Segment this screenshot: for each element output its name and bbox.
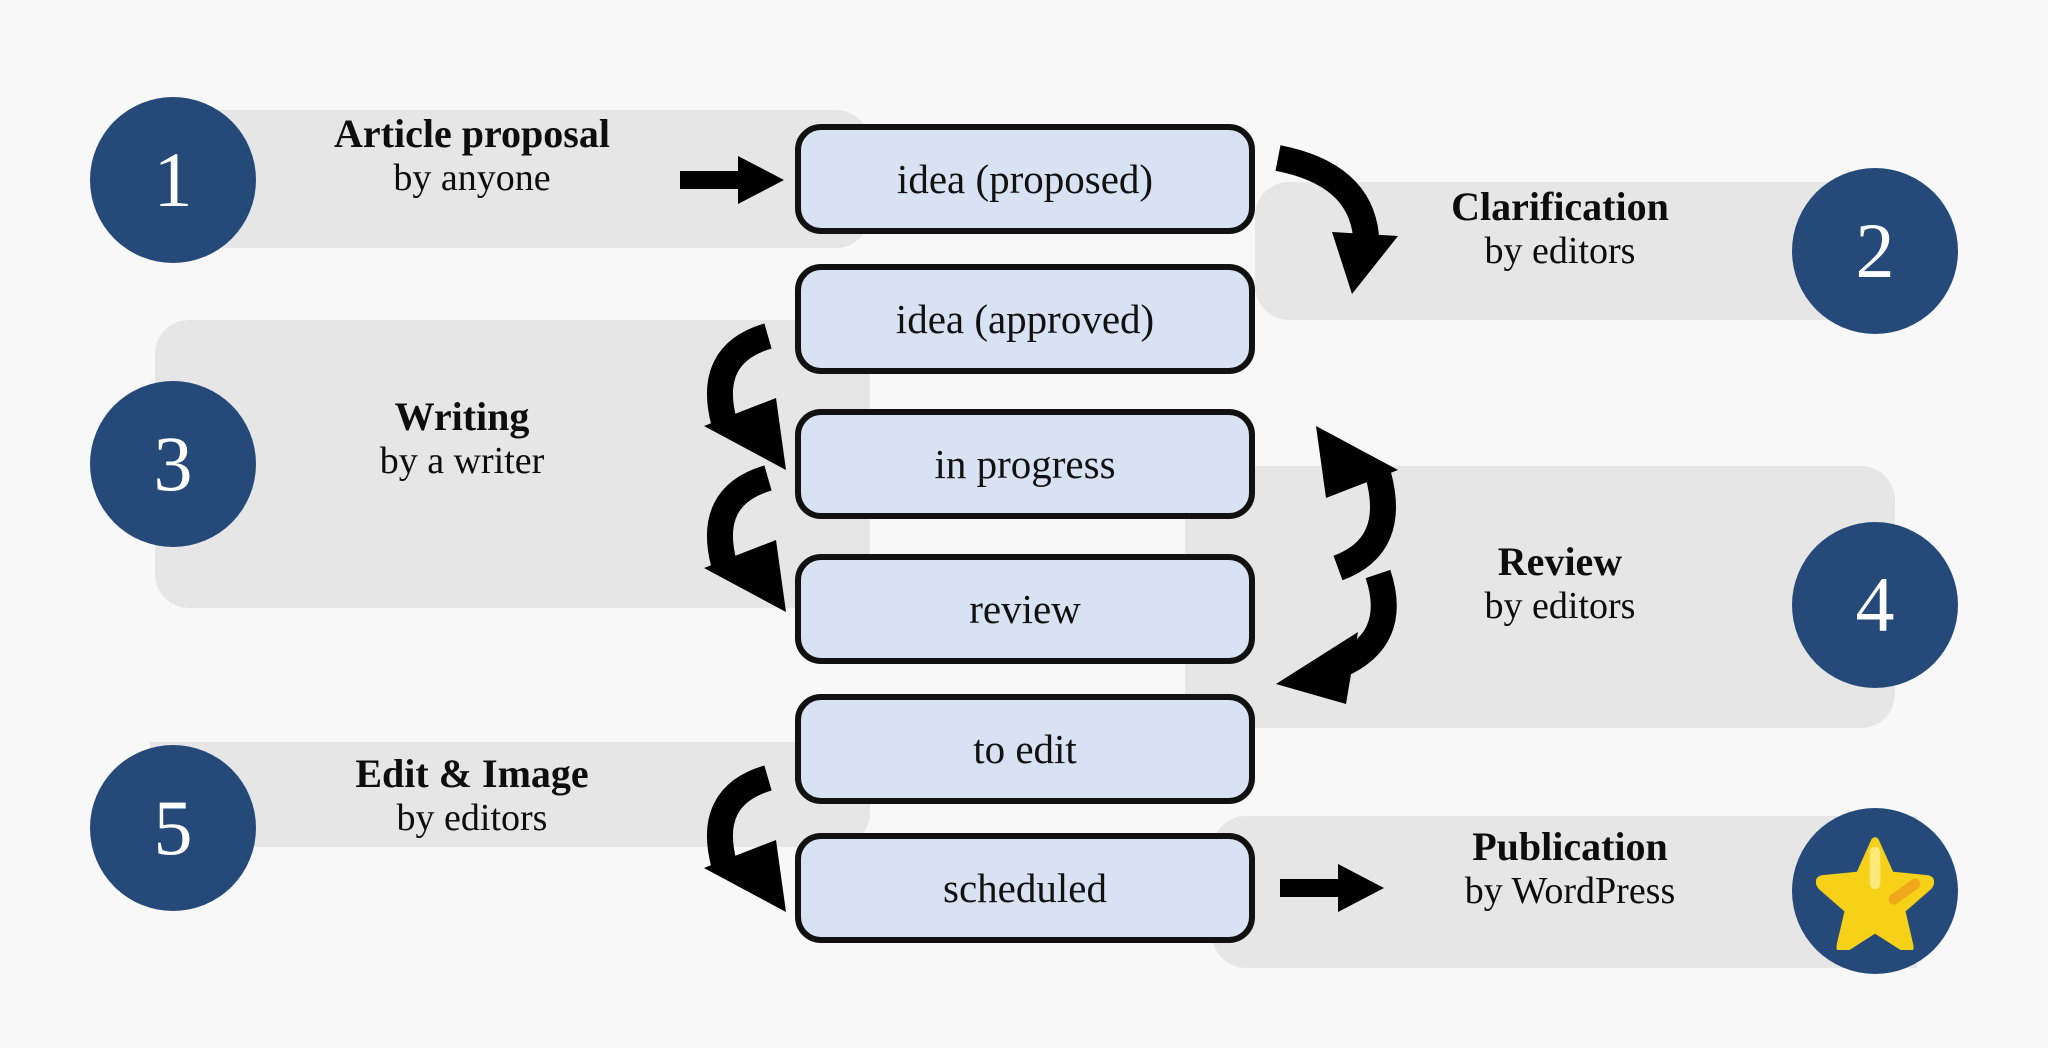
step-label-publication: Publication by WordPress: [1340, 824, 1800, 913]
step-label-3: Writing by a writer: [262, 394, 662, 483]
state-box-scheduled[interactable]: scheduled: [795, 833, 1255, 943]
arrow-scheduled-to-publication: [1280, 864, 1384, 912]
arrow-writing-curve-2: [704, 465, 786, 612]
step-title: Article proposal: [334, 111, 610, 156]
step-marker-1: 1: [90, 97, 256, 263]
step-marker-3: 3: [90, 381, 256, 547]
step-title: Edit & Image: [355, 751, 589, 796]
arrow-edit-image-curve: [704, 765, 786, 912]
step-title: Writing: [394, 394, 530, 439]
arrow-review-curve-down: [1276, 569, 1397, 704]
star-icon: [1816, 837, 1934, 950]
state-box-label: review: [969, 586, 1081, 632]
state-box-label: scheduled: [943, 865, 1107, 911]
state-box-label: in progress: [934, 441, 1116, 487]
state-box-review[interactable]: review: [795, 554, 1255, 664]
state-box-in-progress[interactable]: in progress: [795, 409, 1255, 519]
step-subtitle: by WordPress: [1464, 869, 1676, 912]
step-subtitle: by a writer: [379, 439, 545, 482]
arrow-clarification-curve: [1275, 145, 1398, 294]
step-number-1: 1: [153, 136, 193, 223]
state-box-label: to edit: [973, 726, 1077, 772]
step-number-2: 2: [1855, 207, 1895, 294]
state-box-label: idea (approved): [895, 296, 1155, 342]
state-box-to-edit[interactable]: to edit: [795, 694, 1255, 804]
state-box-label: idea (proposed): [896, 156, 1154, 202]
step-label-1: Article proposal by anyone: [262, 111, 682, 200]
step-subtitle: by anyone: [393, 156, 551, 199]
state-box-idea-approved[interactable]: idea (approved): [795, 264, 1255, 374]
step-subtitle: by editors: [396, 796, 548, 839]
step-marker-2: 2: [1792, 168, 1958, 334]
state-box-idea-proposed[interactable]: idea (proposed): [795, 124, 1255, 234]
arrow-writing-curve-1: [704, 323, 786, 470]
step-marker-5: 5: [90, 745, 256, 911]
workflow-diagram: idea (proposed) idea (approved) in progr…: [0, 0, 2048, 1048]
step-number-4: 4: [1855, 561, 1895, 648]
step-marker-4: 4: [1792, 522, 1958, 688]
step-number-3: 3: [153, 420, 193, 507]
step-number-5: 5: [153, 784, 193, 871]
step-marker-publication: [1792, 808, 1958, 974]
arrow-proposal-to-idea: [680, 156, 784, 204]
step-title: Publication: [1472, 824, 1668, 869]
step-label-5: Edit & Image by editors: [262, 751, 682, 840]
